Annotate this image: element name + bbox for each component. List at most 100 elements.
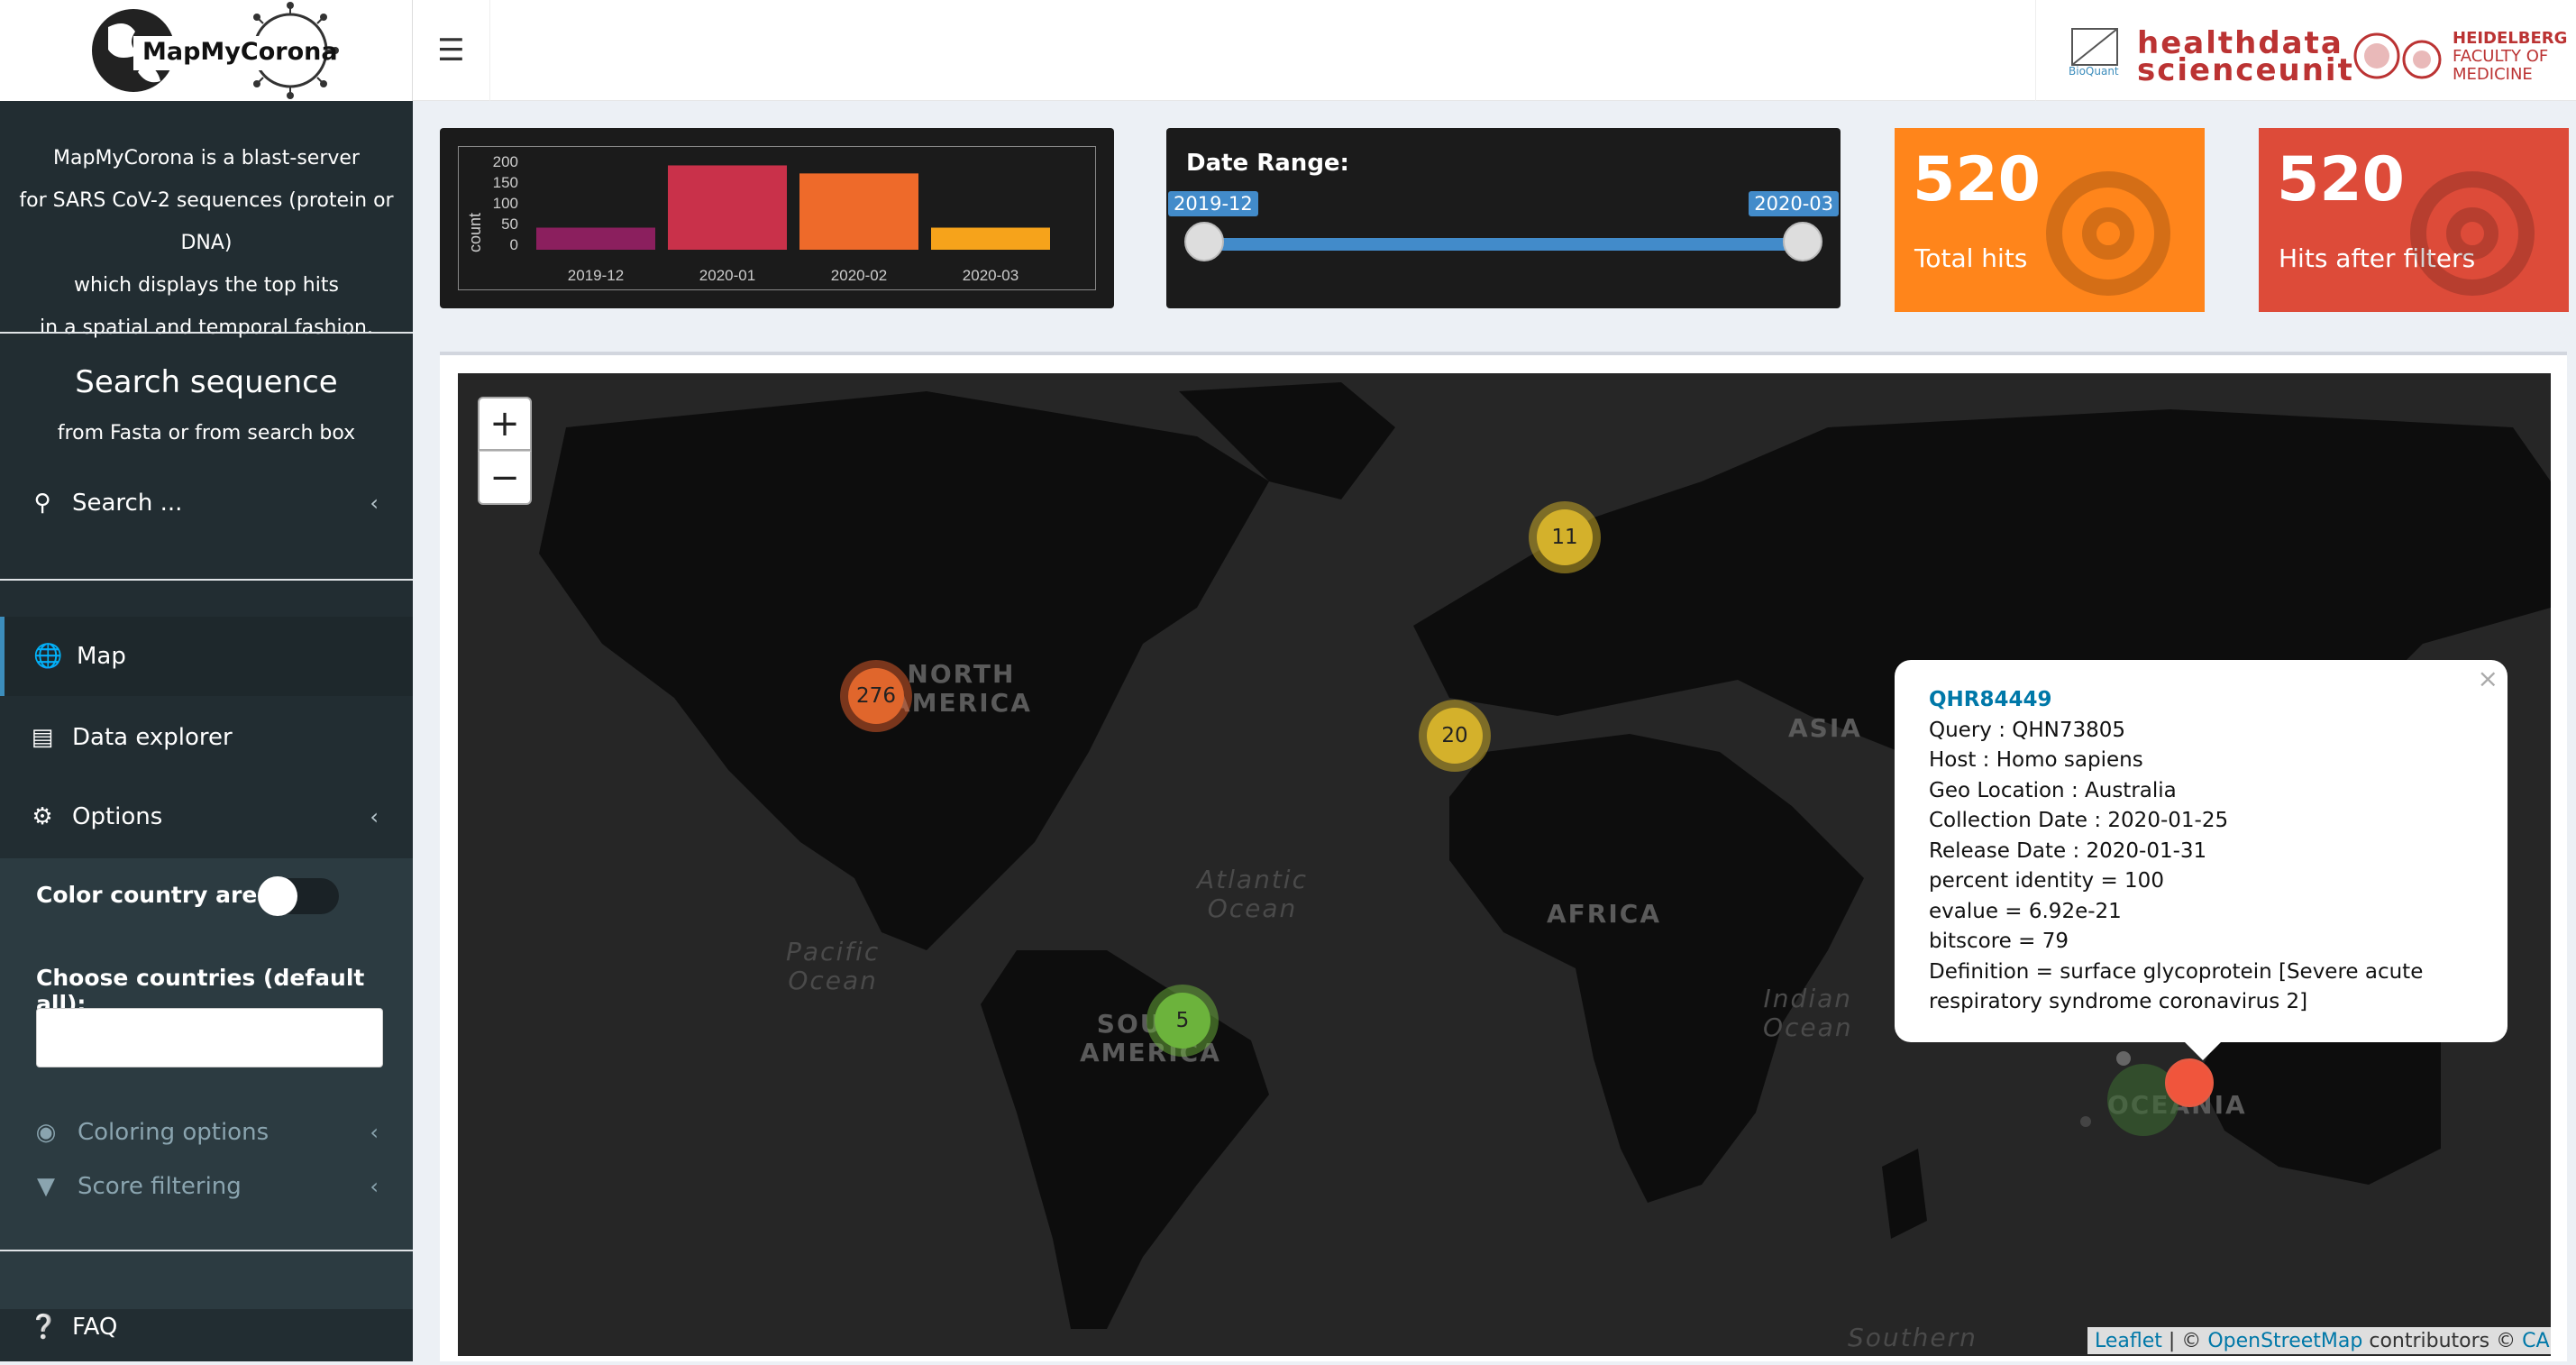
about-line: for SARS CoV-2 sequences (protein or DNA… (19, 189, 394, 254)
search-subtitle: from Fasta or from search box (57, 422, 356, 444)
label-line: Indian (1763, 984, 1853, 1013)
logo-area[interactable]: MapMyCorona (0, 0, 413, 101)
cluster-marker[interactable]: 20 (1419, 700, 1491, 772)
map-attribution: Leaflet | © OpenStreetMap contributors ©… (2087, 1327, 2551, 1354)
about-line: in a spatial and temporal fashion. (40, 316, 373, 339)
cluster-count: 20 (1427, 708, 1483, 764)
bar-chart-icon: ▤ (31, 724, 54, 751)
small-marker[interactable] (2080, 1116, 2091, 1127)
about-line: which displays the top hits (74, 274, 339, 297)
sidebar-item-score-filtering[interactable]: ▼ Score filtering ‹ (0, 1161, 413, 1212)
sidebar-item-label: Data explorer (72, 724, 233, 751)
attribution-sep: | © (2161, 1329, 2208, 1352)
popup-accession-link[interactable]: QHR84449 (1929, 685, 2473, 716)
histogram-bar (536, 227, 655, 250)
sidebar: MapMyCorona is a blast-server for SARS C… (0, 101, 413, 1361)
label-asia: ASIA (1788, 713, 1862, 743)
sidebar-item-map[interactable]: 🌐 Map (0, 617, 413, 696)
popup-line: evalue = 6.92e-21 (1929, 899, 2122, 923)
date-range-track[interactable] (1204, 238, 1804, 251)
y-tick-label: 200 (493, 153, 518, 170)
leaflet-link[interactable]: Leaflet (2095, 1330, 2162, 1352)
cluster-count: 276 (848, 668, 904, 724)
label-atlantic-ocean: Atlantic Ocean (1197, 866, 1308, 923)
popup-line: respiratory syndrome coronavirus 2] (1929, 990, 2308, 1013)
chevron-left-icon: ‹ (370, 1120, 379, 1145)
histogram-bar (668, 165, 787, 250)
date-from-handle[interactable] (1184, 222, 1224, 261)
y-tick-label: 50 (501, 215, 518, 233)
cluster-marker[interactable]: 5 (1146, 985, 1219, 1057)
popup-line: Definition = surface glycoprotein [Sever… (1929, 959, 2424, 984)
zoom-in-button[interactable]: + (478, 397, 532, 451)
label-line: Ocean (788, 966, 878, 995)
sidebar-toggle-button[interactable]: ☰ (413, 0, 490, 101)
color-country-toggle[interactable] (258, 876, 339, 916)
cluster-marker[interactable]: 276 (840, 660, 912, 732)
date-range-panel: Date Range: 2019-12 2020-03 (1166, 128, 1841, 308)
histogram-chart: count 200 150 100 50 0 2019-12 2020-01 202… (466, 153, 1050, 284)
sidebar-item-label: Options (72, 803, 163, 830)
chevron-left-icon: ‹ (370, 490, 379, 516)
date-to-label: 2020-03 (1749, 191, 1839, 216)
sidebar-item-coloring-options[interactable]: ◉ Coloring options ‹ (0, 1107, 413, 1158)
label-pacific-ocean: Pacific Ocean (786, 938, 880, 995)
date-to-handle[interactable] (1783, 222, 1822, 261)
sidebar-item-label: Map (77, 643, 126, 670)
carto-link[interactable]: CARTO (2522, 1330, 2551, 1352)
popup-line: Release Date : 2020-01-31 (1929, 838, 2207, 863)
divider (0, 579, 413, 581)
popup-line: percent identity = 100 (1929, 869, 2164, 893)
about-text: MapMyCorona is a blast-server for SARS C… (0, 137, 413, 349)
label-line: Atlantic (1197, 865, 1308, 894)
cluster-marker[interactable]: 11 (1529, 501, 1601, 573)
date-range-title: Date Range: (1186, 150, 1349, 177)
question-circle-icon: ❔ (29, 1314, 59, 1341)
total-hits-value: 520 (1913, 144, 2041, 215)
osm-link[interactable]: OpenStreetMap (2207, 1330, 2362, 1352)
logo-text: MapMyCorona (142, 38, 338, 66)
x-tick-label: 2020-02 (831, 267, 887, 284)
filtered-hits-value: 520 (2277, 144, 2405, 215)
sidebar-item-options[interactable]: ⚙ Options ‹ (0, 779, 413, 855)
label-indian-ocean: Indian Ocean (1763, 985, 1853, 1042)
y-tick-label: 150 (493, 174, 518, 191)
popup-tip (2183, 1040, 2223, 1060)
popup-line: Host : Homo sapiens (1929, 748, 2143, 772)
toggle-knob (258, 876, 297, 916)
gears-icon: ⚙ (32, 803, 53, 830)
faculty-line2: FACULTY OF (2453, 47, 2549, 66)
chevron-left-icon: ‹ (370, 1174, 379, 1199)
sidebar-item-data-explorer[interactable]: ▤ Data explorer (0, 700, 413, 775)
selected-marker[interactable] (2165, 1058, 2214, 1107)
faculty-line3: MEDICINE (2453, 65, 2533, 84)
divider (0, 332, 413, 334)
popup-line: Geo Location : Australia (1929, 778, 2177, 802)
small-marker[interactable] (2116, 1051, 2131, 1066)
label-north-america: NORTH AMERICA (891, 660, 1032, 718)
bullseye-icon (2046, 171, 2170, 296)
label-line: Ocean (1207, 893, 1298, 923)
palette-icon: ◉ (35, 1119, 57, 1146)
attribution-contrib: contributors © (2362, 1329, 2523, 1352)
label-line: Pacific (786, 937, 881, 966)
divider (0, 1250, 413, 1251)
hamburger-icon: ☰ (437, 32, 465, 69)
label-line: NORTH (907, 659, 1016, 689)
x-tick-label: 2020-01 (699, 267, 755, 284)
close-icon[interactable]: × (2478, 664, 2498, 694)
bullseye-icon (2410, 171, 2535, 296)
date-from-label: 2019-12 (1168, 191, 1258, 216)
top-navbar: ☰ BioQuant healthdata scienceunit HEIDEL… (413, 0, 2576, 101)
partner-logos: BioQuant healthdata scienceunit HEIDELBE… (2035, 0, 2576, 101)
countries-input[interactable] (36, 1008, 383, 1067)
zoom-out-button[interactable]: − (478, 451, 532, 505)
label-africa: AFRICA (1547, 899, 1661, 929)
histogram-panel: count 200 150 100 50 0 2019-12 2020-01 202… (440, 128, 1114, 308)
sidebar-item-label: Search ... (72, 490, 183, 517)
sidebar-item-faq[interactable]: ❔ FAQ (0, 1289, 413, 1365)
marker-popup: × QHR84449 Query : QHN73805 Host : Homo … (1895, 660, 2507, 1042)
label-southern-ocean: Southern (1848, 1323, 1978, 1352)
histogram-frame: count 200 150 100 50 0 2019-12 2020-01 202… (458, 146, 1096, 290)
sidebar-item-search[interactable]: ⚲ Search ... ‹ (0, 465, 413, 541)
